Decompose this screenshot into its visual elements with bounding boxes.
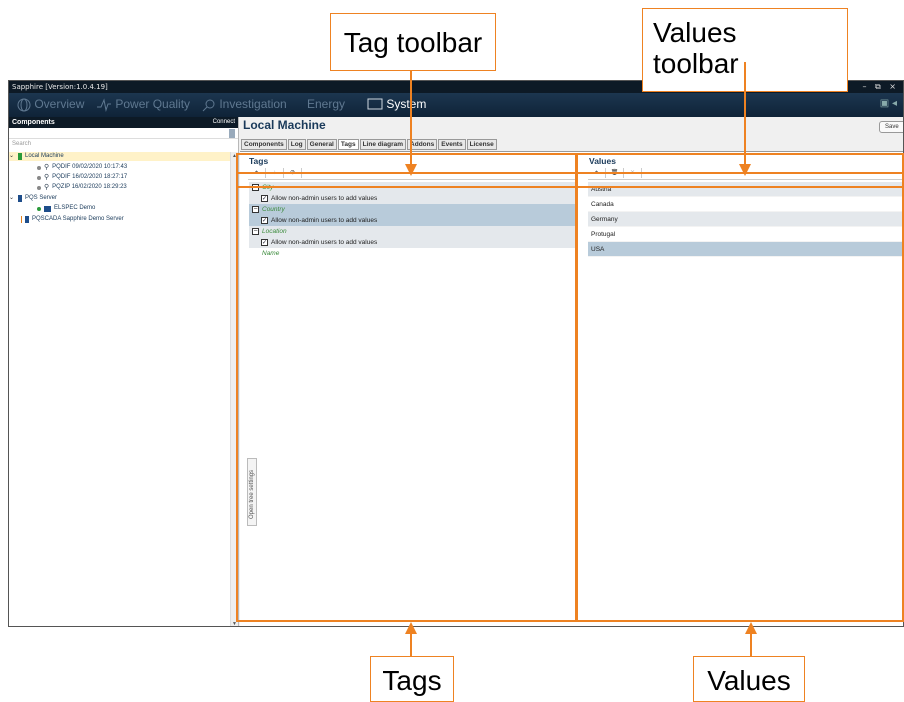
values-toolbar-leader <box>744 62 746 165</box>
app-title: Sapphire [Version:1.0.4.19] <box>12 83 108 91</box>
magnifier-icon <box>202 99 215 112</box>
status-dot <box>37 206 41 211</box>
tab-components[interactable]: Components <box>241 139 287 150</box>
values-leader <box>750 633 752 657</box>
nav-investigation[interactable]: Investigation <box>202 97 287 112</box>
save-button[interactable]: Save <box>879 121 903 133</box>
values-callout: Values <box>693 656 805 702</box>
status-dot <box>37 185 41 190</box>
waveform-icon <box>97 98 111 112</box>
tab-log[interactable]: Log <box>287 139 306 150</box>
window-controls[interactable]: – ⧉ × <box>862 81 899 93</box>
values-toolbar-arrow <box>739 164 751 176</box>
nav-system-label: System <box>386 97 427 111</box>
tag-toolbar-arrow <box>405 164 417 176</box>
server-icon <box>18 195 22 202</box>
tree-item-label: PQDIF 16/02/2020 18:27:17 <box>52 174 128 180</box>
toolbar-icon[interactable] <box>229 129 235 138</box>
toolbar-highlight <box>236 172 904 188</box>
tab-events[interactable]: Events <box>438 139 466 150</box>
tab-license[interactable]: License <box>466 139 497 150</box>
nav-system[interactable]: System <box>367 97 426 112</box>
nav-energy-label: Energy <box>307 97 346 111</box>
search-icon: ⚲ <box>44 174 50 181</box>
tree-item-label: Local Machine <box>25 153 64 159</box>
status-dot <box>37 165 41 170</box>
server-icon <box>18 153 22 160</box>
tags-leader <box>410 633 412 657</box>
user-icon[interactable]: ▣ ◂ <box>880 98 897 109</box>
tab-line-diagram[interactable]: Line diagram <box>359 139 407 150</box>
server-icon <box>25 216 29 223</box>
tree-item-local-machine[interactable]: ⌄ Local Machine <box>9 152 231 161</box>
tag-toolbar-callout: Tag toolbar <box>330 13 496 71</box>
values-toolbar-callout-line2: toolbar <box>653 48 739 79</box>
components-toolbar <box>9 128 238 139</box>
main-nav: Overview Power Quality Investigation Ene… <box>9 93 903 117</box>
tree-item-label: PQZIP 16/02/2020 18:29:23 <box>52 184 127 190</box>
tree-item-pqs-server[interactable]: ⌄ PQS Server <box>9 194 57 203</box>
nav-overview-label: Overview <box>34 97 85 111</box>
status-dot <box>37 175 41 180</box>
chevron-down-icon[interactable]: ⌄ <box>9 194 15 203</box>
tab-general[interactable]: General <box>306 139 337 150</box>
globe-icon <box>17 98 31 112</box>
tree-item-pqdif-2[interactable]: ⚲ PQDIF 16/02/2020 18:27:17 <box>37 173 127 182</box>
tree-item-label: ELSPEC Demo <box>54 205 96 211</box>
connect-button[interactable]: Connect <box>213 117 235 128</box>
search-icon: ⚲ <box>44 184 50 191</box>
components-header: Components Connect <box>9 117 238 128</box>
nav-investigation-label: Investigation <box>219 97 287 111</box>
tree-item-pqdif-1[interactable]: ⚲ PQDIF 09/02/2020 10:17:43 <box>37 163 127 172</box>
tags-callout: Tags <box>370 656 454 702</box>
tree-item-pqzip[interactable]: ⚲ PQZIP 16/02/2020 18:29:23 <box>37 183 127 192</box>
tree-item-elspec-demo[interactable]: ELSPEC Demo <box>37 204 95 213</box>
tab-bar: Components Log General Tags Line diagram… <box>241 139 497 150</box>
search-input[interactable]: Search <box>9 139 238 148</box>
chevron-down-icon[interactable]: ⌄ <box>9 152 15 161</box>
components-panel: Components Connect Search ⌄ Local Machin… <box>9 117 239 626</box>
components-tree: ⌄ Local Machine ⚲ PQDIF 09/02/2020 10:17… <box>9 152 231 622</box>
tree-item-label: PQSCADA Sapphire Demo Server <box>32 216 124 222</box>
tree-item-label: PQS Server <box>25 195 58 201</box>
monitor-icon <box>367 98 383 110</box>
values-toolbar-callout-line1: Values <box>653 17 737 48</box>
page-title: Local Machine <box>243 118 326 132</box>
nav-overview[interactable]: Overview <box>17 97 84 112</box>
status-indicator <box>21 216 22 223</box>
tree-item-pqscada[interactable]: PQSCADA Sapphire Demo Server <box>21 215 124 224</box>
search-icon: ⚲ <box>44 164 50 171</box>
values-highlight <box>576 153 904 622</box>
nav-power-quality[interactable]: Power Quality <box>96 97 190 112</box>
nav-energy[interactable]: Energy <box>307 97 345 111</box>
nav-power-quality-label: Power Quality <box>115 97 191 111</box>
tab-tags[interactable]: Tags <box>337 139 359 150</box>
components-title: Components <box>12 119 55 126</box>
tag-toolbar-leader <box>410 71 412 165</box>
device-icon <box>44 205 51 212</box>
tree-item-label: PQDIF 09/02/2020 10:17:43 <box>52 164 128 170</box>
tags-highlight <box>236 153 577 622</box>
